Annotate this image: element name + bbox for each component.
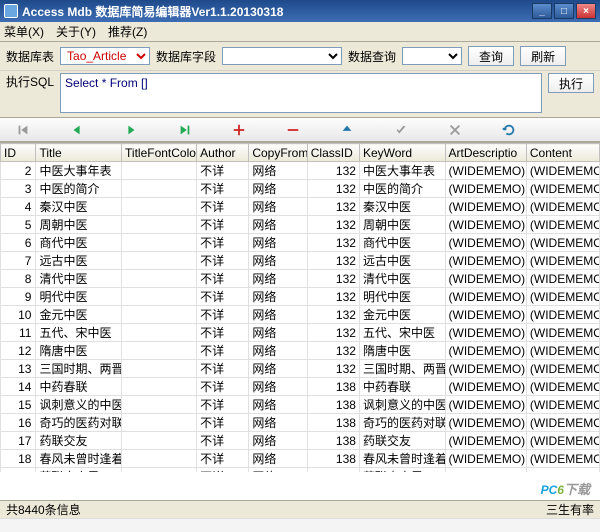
table-row[interactable]: 6商代中医不详网络132商代中医(WIDEMEMO)(WIDEMEMO): [1, 234, 600, 252]
footer: [0, 518, 600, 532]
table-row[interactable]: 14中药春联不详网络138中药春联(WIDEMEMO)(WIDEMEMO): [1, 378, 600, 396]
table-row[interactable]: 17药联交友不详网络138药联交友(WIDEMEMO)(WIDEMEMO): [1, 432, 600, 450]
refresh-icon[interactable]: [494, 121, 524, 139]
column-header[interactable]: Title: [36, 144, 122, 162]
db-query-label: 数据查询: [348, 48, 396, 65]
column-header[interactable]: ClassID: [307, 144, 359, 162]
post-icon[interactable]: [386, 121, 416, 139]
query-button[interactable]: 查询: [468, 46, 514, 66]
minimize-button[interactable]: _: [532, 3, 552, 19]
menu-item[interactable]: 关于(Y): [56, 23, 96, 40]
table-row[interactable]: 4秦汉中医不详网络132秦汉中医(WIDEMEMO)(WIDEMEMO): [1, 198, 600, 216]
db-table-select[interactable]: Tao_Article: [60, 47, 150, 65]
db-field-label: 数据库字段: [156, 48, 216, 65]
close-button[interactable]: ×: [576, 3, 596, 19]
table-row[interactable]: 15讽刺意义的中医不详网络138讽刺意义的中医(WIDEMEMO)(WIDEME…: [1, 396, 600, 414]
watermark: PC6下载: [541, 477, 590, 500]
sql-label: 执行SQL: [6, 73, 54, 90]
last-icon[interactable]: [170, 121, 200, 139]
status-count: 共8440条信息: [6, 501, 81, 518]
table-row[interactable]: 12隋唐中医不详网络132隋唐中医(WIDEMEMO)(WIDEMEMO): [1, 342, 600, 360]
table-row[interactable]: 5周朝中医不详网络132周朝中医(WIDEMEMO)(WIDEMEMO): [1, 216, 600, 234]
table-row[interactable]: 8清代中医不详网络132清代中医(WIDEMEMO)(WIDEMEMO): [1, 270, 600, 288]
app-icon: [4, 4, 18, 18]
table-row[interactable]: 18春风未曾时逢着不详网络138春风未曾时逢着(WIDEMEMO)(WIDEME…: [1, 450, 600, 468]
table-row[interactable]: 2中医大事年表不详网络132中医大事年表(WIDEMEMO)(WIDEMEMO): [1, 162, 600, 180]
db-field-select[interactable]: [222, 47, 342, 65]
menubar: 菜单(X) 关于(Y) 推荐(Z): [0, 22, 600, 42]
menu-item[interactable]: 推荐(Z): [108, 23, 147, 40]
edit-icon[interactable]: [332, 121, 362, 139]
refresh-button[interactable]: 刷新: [520, 46, 566, 66]
column-header[interactable]: Author: [197, 144, 249, 162]
column-header[interactable]: TitleFontColo: [122, 144, 197, 162]
table-row[interactable]: 10金元中医不详网络132金元中医(WIDEMEMO)(WIDEMEMO): [1, 306, 600, 324]
titlebar: Access Mdb 数据库简易编辑器Ver1.1.20130318 _ □ ×: [0, 0, 600, 22]
next-icon[interactable]: [116, 121, 146, 139]
column-header[interactable]: KeyWord: [359, 144, 445, 162]
statusbar: 共8440条信息 三生有率: [0, 500, 600, 518]
maximize-button[interactable]: □: [554, 3, 574, 19]
table-row[interactable]: 7远古中医不详网络132远古中医(WIDEMEMO)(WIDEMEMO): [1, 252, 600, 270]
column-header[interactable]: CopyFrom: [249, 144, 307, 162]
delete-icon[interactable]: [278, 121, 308, 139]
table-row[interactable]: 19药联奇哀思不详网络138药联奇哀思(WIDEMEMO)(WIDEMEMO): [1, 468, 600, 473]
column-header[interactable]: ArtDescriptio: [445, 144, 526, 162]
sql-row: 执行SQL Select * From [] 执行: [0, 71, 600, 118]
toolbar: 数据库表 Tao_Article 数据库字段 数据查询 查询 刷新: [0, 42, 600, 71]
cancel-icon[interactable]: [440, 121, 470, 139]
table-row[interactable]: 16奇巧的医药对联不详网络138奇巧的医药对联(WIDEMEMO)(WIDEME…: [1, 414, 600, 432]
add-icon[interactable]: [224, 121, 254, 139]
column-header[interactable]: Content: [526, 144, 599, 162]
status-right: 三生有率: [546, 501, 594, 518]
prev-icon[interactable]: [62, 121, 92, 139]
execute-button[interactable]: 执行: [548, 73, 594, 93]
first-icon[interactable]: [8, 121, 38, 139]
table-row[interactable]: 11五代、宋中医不详网络132五代、宋中医(WIDEMEMO)(WIDEMEMO…: [1, 324, 600, 342]
menu-item[interactable]: 菜单(X): [4, 23, 44, 40]
sql-input[interactable]: Select * From []: [60, 73, 542, 113]
data-grid[interactable]: IDTitleTitleFontColoAuthorCopyFromClassI…: [0, 142, 600, 472]
table-row[interactable]: 9明代中医不详网络132明代中医(WIDEMEMO)(WIDEMEMO): [1, 288, 600, 306]
window-title: Access Mdb 数据库简易编辑器Ver1.1.20130318: [22, 3, 532, 20]
table-row[interactable]: 13三国时期、两晋不详网络132三国时期、两晋(WIDEMEMO)(WIDEME…: [1, 360, 600, 378]
column-header[interactable]: ID: [1, 144, 36, 162]
db-table-label: 数据库表: [6, 48, 54, 65]
db-query-select[interactable]: [402, 47, 462, 65]
record-navbar: [0, 118, 600, 142]
table-row[interactable]: 3中医的简介不详网络132中医的简介(WIDEMEMO)(WIDEMEMO): [1, 180, 600, 198]
